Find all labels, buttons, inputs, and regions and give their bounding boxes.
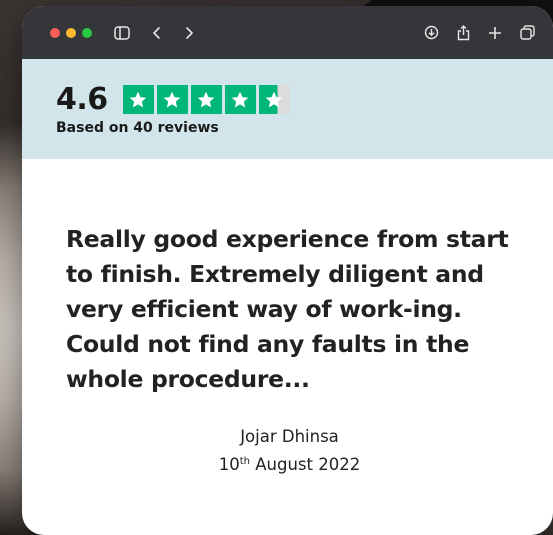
- back-icon[interactable]: [152, 26, 162, 40]
- tabs-overview-icon[interactable]: [520, 25, 535, 40]
- star-rating: [122, 85, 290, 114]
- review-text: Really good experience from start to fin…: [66, 225, 509, 393]
- window-controls: [50, 27, 92, 38]
- review-count: Based on 40 reviews: [56, 120, 219, 136]
- rating-summary: 4.6 Based on 40 reviews: [22, 59, 553, 159]
- new-tab-icon[interactable]: [488, 26, 502, 40]
- half-star-icon: [258, 85, 290, 114]
- browser-window: 4.6 Based on 40 reviews Really good expe…: [22, 6, 553, 535]
- download-icon[interactable]: [424, 25, 439, 40]
- sidebar-icon[interactable]: [114, 25, 130, 40]
- review-author: Jojar Dhinsa: [240, 427, 339, 446]
- close-button[interactable]: [50, 27, 60, 38]
- review-author-block: Jojar Dhinsa 10th August 2022: [22, 424, 553, 477]
- forward-icon[interactable]: [184, 26, 194, 40]
- review-date: 10th August 2022: [218, 455, 361, 474]
- star-icon: [190, 85, 222, 114]
- share-icon[interactable]: [457, 24, 470, 41]
- title-bar: [22, 6, 553, 59]
- star-icon: [122, 85, 154, 114]
- zoom-button[interactable]: [82, 27, 92, 38]
- star-icon: [224, 85, 256, 114]
- star-icon: [156, 85, 188, 114]
- minimize-button[interactable]: [66, 27, 76, 38]
- rating-score: 4.6: [56, 82, 108, 117]
